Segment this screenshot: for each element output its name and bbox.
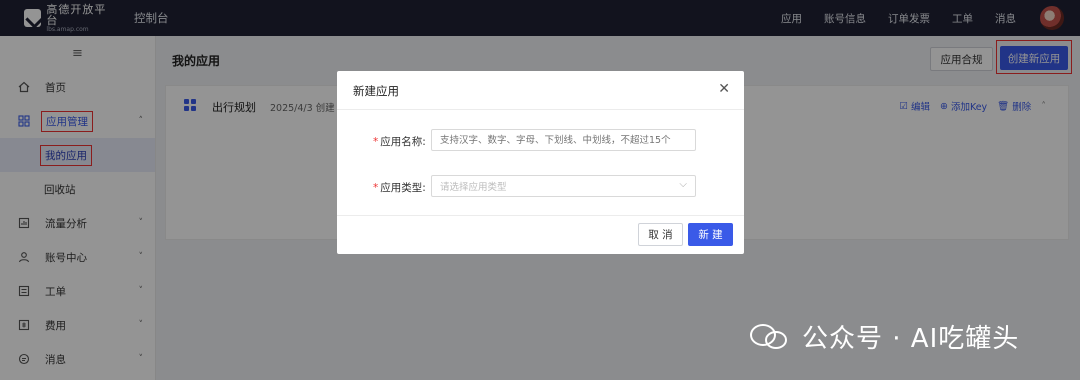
new-app-dialog: 新建应用 ✕ *应用名称: *应用类型: 请选择应用类型 ⌵ 取 消 新 建 — [337, 71, 744, 254]
cancel-button[interactable]: 取 消 — [638, 223, 683, 246]
close-icon[interactable]: ✕ — [718, 81, 730, 97]
app-type-label: * 应用类型: — [373, 182, 426, 194]
app-name-input[interactable] — [431, 129, 696, 151]
required-mark: * — [373, 182, 379, 194]
app-type-select[interactable]: 请选择应用类型 ⌵ — [431, 175, 696, 197]
required-mark: * — [373, 136, 379, 148]
watermark: 公众号 · AI吃罐头 — [750, 318, 1019, 355]
app-type-placeholder: 请选择应用类型 — [440, 182, 507, 193]
watermark-text: 公众号 · AI吃罐头 — [802, 324, 1020, 354]
dialog-divider — [337, 215, 744, 216]
dialog-title: 新建应用 — [353, 84, 399, 98]
submit-new-button[interactable]: 新 建 — [688, 223, 733, 246]
dialog-divider — [337, 109, 744, 110]
app-name-label: * 应用名称: — [373, 136, 426, 148]
chevron-down-icon: ⌵ — [679, 179, 687, 190]
wechat-icon — [750, 322, 790, 352]
